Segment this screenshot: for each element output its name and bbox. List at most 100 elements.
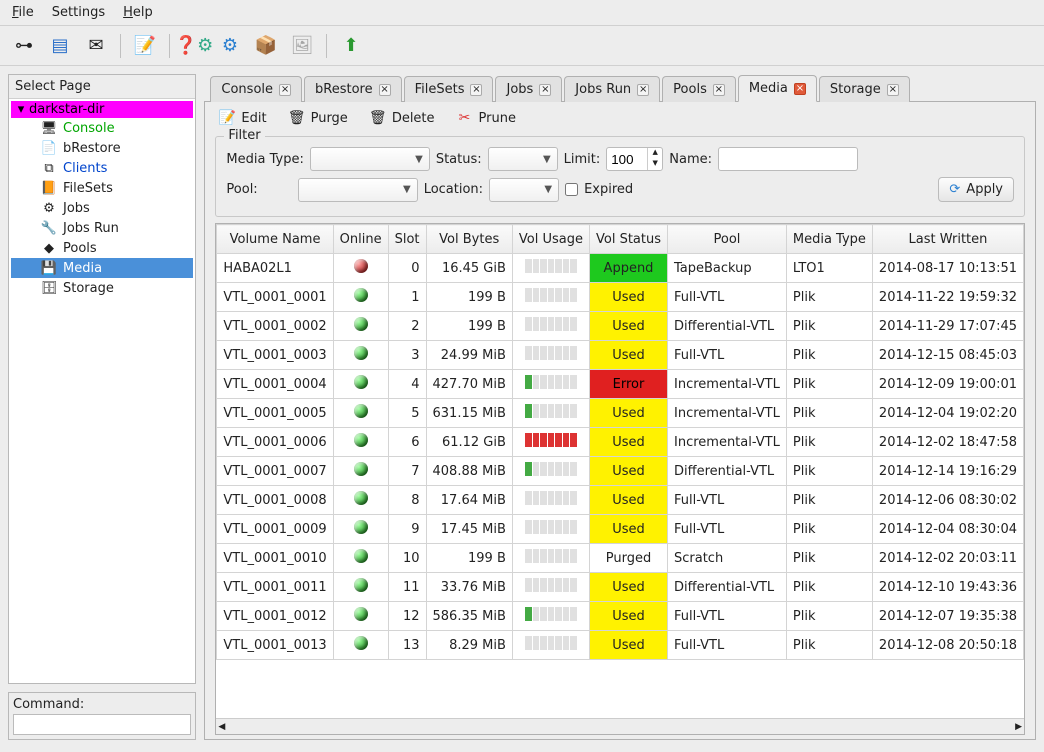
sidebar-item-label: Clients bbox=[63, 161, 107, 176]
tab-filesets[interactable]: FileSets× bbox=[404, 76, 494, 102]
tab-jobs-run[interactable]: Jobs Run× bbox=[564, 76, 660, 102]
location-combo[interactable]: ▼ bbox=[489, 178, 559, 202]
purge-button[interactable]: 🗑 Purge bbox=[289, 110, 348, 126]
menu-file[interactable]: File bbox=[4, 2, 42, 23]
online-dot-icon bbox=[354, 317, 368, 331]
expired-checkbox[interactable] bbox=[565, 183, 578, 196]
tab-storage[interactable]: Storage× bbox=[819, 76, 910, 102]
online-dot-icon bbox=[354, 578, 368, 592]
online-dot-icon bbox=[354, 520, 368, 534]
scroll-right-icon[interactable]: ▶ bbox=[1015, 722, 1022, 732]
apply-button[interactable]: ⟳ Apply bbox=[938, 177, 1014, 202]
sidebar-item-jobs-run[interactable]: 🔧Jobs Run bbox=[11, 218, 193, 238]
table-row[interactable]: VTL_0001_00011199 BUsedFull-VTLPlik2014-… bbox=[217, 283, 1024, 312]
table-row[interactable]: VTL_0001_00022199 BUsedDifferential-VTLP… bbox=[217, 312, 1024, 341]
table-row[interactable]: VTL_0001_00044427.70 MiBErrorIncremental… bbox=[217, 370, 1024, 399]
name-input[interactable] bbox=[718, 147, 858, 171]
limit-down-icon[interactable]: ▼ bbox=[648, 159, 662, 170]
command-input[interactable] bbox=[13, 714, 191, 735]
status-combo[interactable]: ▼ bbox=[488, 147, 558, 171]
edit-icon: 📝 bbox=[219, 110, 235, 126]
mail-icon[interactable]: ✉ bbox=[82, 32, 110, 60]
limit-up-icon[interactable]: ▲ bbox=[648, 148, 662, 159]
table-row[interactable]: VTL_0001_0003324.99 MiBUsedFull-VTLPlik2… bbox=[217, 341, 1024, 370]
sidebar-item-jobs[interactable]: ⚙Jobs bbox=[11, 198, 193, 218]
table-row[interactable]: VTL_0001_00077408.88 MiBUsedDifferential… bbox=[217, 457, 1024, 486]
table-row[interactable]: VTL_0001_00111133.76 MiBUsedDifferential… bbox=[217, 573, 1024, 602]
close-icon[interactable]: × bbox=[279, 84, 291, 96]
table-row[interactable]: VTL_0001_001010199 BPurgedScratchPlik201… bbox=[217, 544, 1024, 573]
col-header[interactable]: Vol Bytes bbox=[426, 225, 512, 254]
run-icon[interactable]: ⚙ bbox=[216, 32, 244, 60]
tab-jobs[interactable]: Jobs× bbox=[495, 76, 562, 102]
sidebar-item-label: Console bbox=[63, 121, 115, 136]
close-icon[interactable]: × bbox=[379, 84, 391, 96]
scroll-left-icon[interactable]: ◀ bbox=[218, 722, 225, 732]
col-header[interactable]: Volume Name bbox=[217, 225, 333, 254]
restore-icon[interactable]: ❓⚙ bbox=[180, 32, 208, 60]
sidebar-item-console[interactable]: 🖥 Console bbox=[11, 118, 193, 138]
usage-bar-icon bbox=[525, 636, 577, 650]
table-row[interactable]: VTL_0001_001212586.35 MiBUsedFull-VTLPli… bbox=[217, 602, 1024, 631]
close-icon[interactable]: × bbox=[794, 83, 806, 95]
media-type-label: Media Type: bbox=[226, 152, 303, 167]
media-type-combo[interactable]: ▼ bbox=[310, 147, 430, 171]
limit-stepper[interactable]: ▲▼ bbox=[606, 147, 663, 171]
delete-button[interactable]: 🗑 Delete bbox=[370, 110, 435, 126]
tab-console[interactable]: Console× bbox=[210, 76, 302, 102]
prune-button[interactable]: ✂ Prune bbox=[457, 110, 516, 126]
col-header[interactable]: Last Written bbox=[872, 225, 1023, 254]
usage-bar-icon bbox=[525, 520, 577, 534]
menu-help[interactable]: Help bbox=[115, 2, 161, 23]
connect-icon[interactable]: ⊶ bbox=[10, 32, 38, 60]
close-icon[interactable]: × bbox=[637, 84, 649, 96]
tree-root[interactable]: ▾ darkstar-dir bbox=[11, 101, 193, 118]
hscrollbar[interactable]: ◀ ▶ bbox=[216, 718, 1024, 734]
close-icon[interactable]: × bbox=[887, 84, 899, 96]
menubar: File Settings Help bbox=[0, 0, 1044, 26]
col-header[interactable]: Pool bbox=[668, 225, 787, 254]
table-row[interactable]: VTL_0001_0006661.12 GiBUsedIncremental-V… bbox=[217, 428, 1024, 457]
collapse-icon[interactable]: ▾ bbox=[15, 102, 27, 117]
col-header[interactable]: Slot bbox=[388, 225, 426, 254]
refresh-icon[interactable]: ⬆ bbox=[337, 32, 365, 60]
table-row[interactable]: VTL_0001_0013138.29 MiBUsedFull-VTLPlik2… bbox=[217, 631, 1024, 660]
content: Console×bRestore×FileSets×Jobs×Jobs Run×… bbox=[204, 74, 1036, 740]
sidebar-item-media[interactable]: 💾Media bbox=[11, 258, 193, 278]
online-dot-icon bbox=[354, 607, 368, 621]
tree-title: Select Page bbox=[9, 75, 195, 99]
main-area: Select Page ▾ darkstar-dir 🖥 Console 📄bRes… bbox=[0, 66, 1044, 748]
online-dot-icon bbox=[354, 636, 368, 650]
col-header[interactable]: Vol Status bbox=[589, 225, 667, 254]
console-icon: 🖥 bbox=[41, 120, 57, 136]
tab-media[interactable]: Media× bbox=[738, 75, 817, 102]
table-row[interactable]: VTL_0001_0008817.64 MiBUsedFull-VTLPlik2… bbox=[217, 486, 1024, 515]
label-icon[interactable]: 📝 bbox=[131, 32, 159, 60]
sidebar-item-storage[interactable]: 🗄Storage bbox=[11, 278, 193, 298]
sidebar-item-filesets[interactable]: 📙FileSets bbox=[11, 178, 193, 198]
sidebar-item-clients[interactable]: ⧉Clients bbox=[11, 158, 193, 178]
close-icon[interactable]: × bbox=[713, 84, 725, 96]
table-row[interactable]: VTL_0001_0009917.45 MiBUsedFull-VTLPlik2… bbox=[217, 515, 1024, 544]
table-row[interactable]: HABA02L1016.45 GiBAppendTapeBackupLTO120… bbox=[217, 254, 1024, 283]
pool-combo[interactable]: ▼ bbox=[298, 178, 418, 202]
tab-pools[interactable]: Pools× bbox=[662, 76, 736, 102]
limit-input[interactable] bbox=[607, 150, 647, 169]
col-header[interactable]: Online bbox=[333, 225, 388, 254]
browse-icon[interactable]: 🖼 bbox=[288, 32, 316, 60]
edit-button[interactable]: 📝 Edit bbox=[219, 110, 266, 126]
col-header[interactable]: Media Type bbox=[786, 225, 872, 254]
status-icon[interactable]: ▤ bbox=[46, 32, 74, 60]
estimate-icon[interactable]: 📦 bbox=[252, 32, 280, 60]
sidebar-item-brestore[interactable]: 📄bRestore bbox=[11, 138, 193, 158]
sidebar-item-pools[interactable]: ◆Pools bbox=[11, 238, 193, 258]
close-icon[interactable]: × bbox=[470, 84, 482, 96]
col-header[interactable]: Vol Usage bbox=[512, 225, 589, 254]
table-row[interactable]: VTL_0001_00055631.15 MiBUsedIncremental-… bbox=[217, 399, 1024, 428]
menu-settings[interactable]: Settings bbox=[44, 2, 113, 23]
tab-brestore[interactable]: bRestore× bbox=[304, 76, 402, 102]
filter-group: Filter Media Type: ▼ Status: ▼ Limit: ▲▼… bbox=[215, 136, 1025, 217]
close-icon[interactable]: × bbox=[539, 84, 551, 96]
sidebar-item-label: Jobs bbox=[63, 201, 90, 216]
usage-bar-icon bbox=[525, 607, 577, 621]
